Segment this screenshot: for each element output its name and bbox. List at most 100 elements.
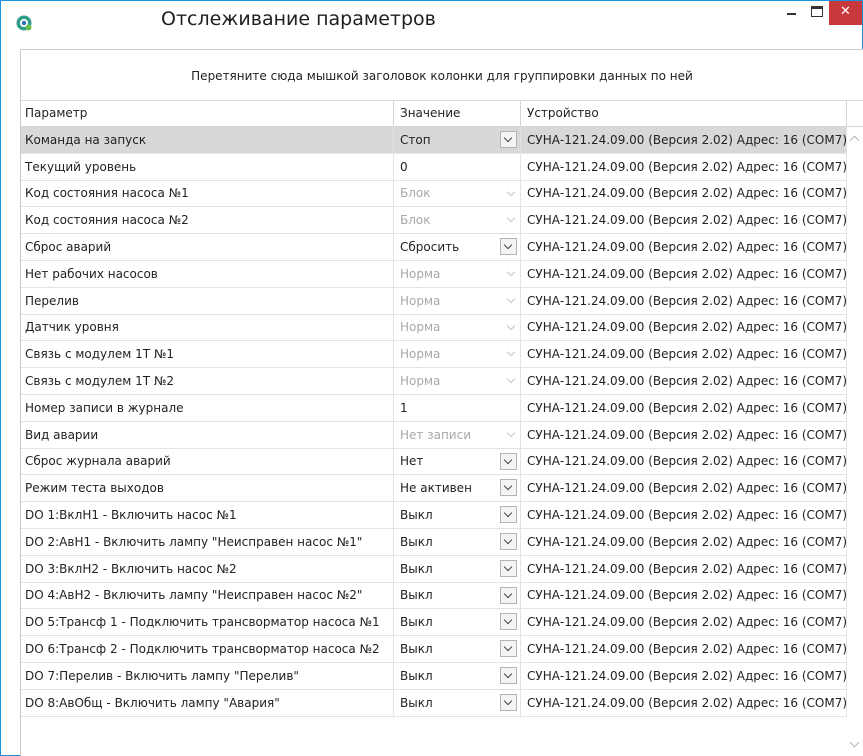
parameter-name-cell: DO 4:АвН2 - Включить лампу "Неисправен н…	[21, 582, 394, 609]
chevron-down-icon[interactable]	[500, 452, 517, 470]
device-cell: СУНА-121.24.09.00 (Версия 2.02) Адрес: 1…	[521, 127, 847, 153]
table-row[interactable]: DO 8:АвОбщ - Включить лампу "Авария" Выкл…	[21, 689, 847, 717]
device-cell: СУНА-121.24.09.00 (Версия 2.02) Адрес: 1…	[521, 207, 847, 234]
value-text: Выкл	[400, 588, 433, 603]
table-row[interactable]: Вид аварии Нет записи СУНА-121.24.09.00 (В…	[21, 421, 847, 449]
close-button[interactable]: ✕	[829, 1, 862, 25]
value-dropdown[interactable]: Сбросить	[394, 234, 521, 260]
value-dropdown[interactable]: Нет	[394, 448, 521, 475]
table-row[interactable]: Режим теста выходов Не активен СУНА-121.24…	[21, 475, 847, 503]
chevron-down-icon[interactable]	[500, 506, 517, 524]
vertical-scrollbar[interactable]	[847, 127, 863, 756]
device-cell: СУНА-121.24.09.00 (Версия 2.02) Адрес: 1…	[521, 394, 847, 421]
value-cell: 0	[394, 153, 521, 180]
table-row[interactable]: Связь с модулем 1Т №2 Норма СУНА-121.24.09…	[21, 368, 847, 395]
table-row[interactable]: Команда на запуск Стоп СУНА-121.24.09.00 (…	[21, 127, 847, 154]
chevron-down-icon	[506, 321, 516, 330]
value-text: Выкл	[400, 668, 433, 683]
value-text: Норма	[400, 266, 441, 281]
device-cell: СУНА-121.24.09.00 (Версия 2.02) Адрес: 1…	[521, 689, 847, 716]
parameter-name-cell: Сброс журнала аварий	[21, 448, 394, 475]
device-cell: СУНА-121.24.09.00 (Версия 2.02) Адрес: 1…	[521, 260, 847, 287]
parameter-monitor-window: Отслеживание параметров ✕ Перетяните сюд…	[0, 0, 863, 756]
parameter-name-cell: Вид аварии	[21, 421, 394, 448]
device-cell: СУНА-121.24.09.00 (Версия 2.02) Адрес: 1…	[521, 448, 847, 475]
table-row[interactable]: Код состояния насоса №2 Блок СУНА-121.24.0…	[21, 207, 847, 235]
parameter-name-cell: DO 7:Перелив - Включить лампу "Перелив"	[21, 662, 394, 689]
table-row[interactable]: Код состояния насоса №1 Блок СУНА-121.24.0…	[21, 180, 847, 208]
value-dropdown[interactable]: Выкл	[394, 609, 521, 636]
title-bar[interactable]: Отслеживание параметров ✕	[1, 1, 862, 40]
table-row[interactable]: DO 7:Перелив - Включить лампу "Перелив" В…	[21, 662, 847, 690]
parameter-name-cell: DO 6:Трансф 2 - Подключить трансворматор…	[21, 636, 394, 662]
scroll-up-icon[interactable]	[849, 135, 860, 146]
value-input[interactable]: 1	[394, 394, 521, 421]
table-row[interactable]: DO 4:АвН2 - Включить лампу "Неисправен н…	[21, 582, 847, 610]
chevron-down-icon[interactable]	[500, 640, 517, 658]
chevron-down-icon	[506, 294, 516, 304]
value-dropdown[interactable]: Стоп	[394, 127, 521, 153]
device-cell: СУНА-121.24.09.00 (Версия 2.02) Адрес: 1…	[521, 180, 847, 207]
value-text: 1	[400, 400, 408, 415]
value-cell: Норма	[394, 260, 521, 287]
device-cell: СУНА-121.24.09.00 (Версия 2.02) Адрес: 1…	[521, 475, 847, 502]
chevron-down-icon[interactable]	[500, 479, 517, 497]
table-row[interactable]: Датчик уровня Норма СУНА-121.24.09.00 (Вер…	[21, 314, 847, 342]
table-row[interactable]: DO 2:АвН1 - Включить лампу "Неисправен н…	[21, 528, 847, 556]
column-header-parameter[interactable]: Параметр	[21, 101, 394, 126]
value-dropdown[interactable]: Выкл	[394, 636, 521, 662]
parameter-name-cell: Режим теста выходов	[21, 475, 394, 502]
minimize-button[interactable]	[779, 1, 805, 23]
chevron-down-icon[interactable]	[500, 693, 517, 711]
value-dropdown[interactable]: Выкл	[394, 528, 521, 555]
value-dropdown[interactable]: Выкл	[394, 662, 521, 689]
parameter-name-cell: Код состояния насоса №2	[21, 207, 394, 234]
parameter-name-cell: Нет рабочих насосов	[21, 260, 394, 287]
parameter-name-cell: Датчик уровня	[21, 314, 394, 341]
column-header-value[interactable]: Значение	[394, 101, 521, 126]
window-title: Отслеживание параметров	[161, 8, 436, 30]
value-cell: Норма	[394, 287, 521, 314]
maximize-button[interactable]	[806, 1, 828, 23]
device-cell: СУНА-121.24.09.00 (Версия 2.02) Адрес: 1…	[521, 287, 847, 314]
value-dropdown[interactable]: Выкл	[394, 502, 521, 528]
value-text: 0	[400, 159, 408, 174]
chevron-down-icon[interactable]	[500, 559, 517, 577]
table-row[interactable]: DO 5:Трансф 1 - Подключить трансворматор…	[21, 609, 847, 637]
table-row[interactable]: Нет рабочих насосов Норма СУНА-121.24.09.0…	[21, 260, 847, 288]
gear-icon	[16, 15, 32, 31]
value-dropdown[interactable]: Не активен	[394, 475, 521, 502]
value-dropdown[interactable]: Выкл	[394, 555, 521, 582]
table-row[interactable]: Номер записи в журнале 1 СУНА-121.24.09.00…	[21, 394, 847, 422]
chevron-down-icon[interactable]	[500, 586, 517, 604]
value-text: Норма	[400, 320, 441, 335]
grid-rows: Команда на запуск Стоп СУНА-121.24.09.00 (…	[21, 127, 847, 717]
table-row[interactable]: DO 3:ВклН2 - Включить насос №2 Выкл СУНА-1…	[21, 555, 847, 583]
value-text: Нет записи	[400, 427, 471, 442]
group-by-panel[interactable]: Перетяните сюда мышкой заголовок колонки…	[21, 50, 863, 101]
device-cell: СУНА-121.24.09.00 (Версия 2.02) Адрес: 1…	[521, 502, 847, 528]
table-row[interactable]: Перелив Норма СУНА-121.24.09.00 (Версия 2.…	[21, 287, 847, 315]
chevron-down-icon[interactable]	[500, 532, 517, 550]
parameter-name-cell: DO 2:АвН1 - Включить лампу "Неисправен н…	[21, 528, 394, 555]
chevron-down-icon[interactable]	[500, 238, 517, 256]
table-row[interactable]: Сброс журнала аварий Нет СУНА-121.24.09.00…	[21, 448, 847, 476]
column-header-device[interactable]: Устройство	[521, 101, 847, 126]
value-text: Выкл	[400, 508, 433, 523]
table-row[interactable]: Текущий уровень 0 СУНА-121.24.09.00 (Верси…	[21, 153, 847, 181]
value-dropdown[interactable]: Выкл	[394, 689, 521, 716]
value-dropdown[interactable]: Выкл	[394, 582, 521, 609]
value-cell: Норма	[394, 368, 521, 394]
chevron-down-icon[interactable]	[500, 131, 517, 148]
table-row[interactable]: DO 1:ВклН1 - Включить насос №1 Выкл СУНА-1…	[21, 502, 847, 529]
table-row[interactable]: Сброс аварий Сбросить СУНА-121.24.09.00 (В…	[21, 234, 847, 261]
scroll-down-icon[interactable]	[849, 737, 860, 748]
device-cell: СУНА-121.24.09.00 (Версия 2.02) Адрес: 1…	[521, 421, 847, 448]
chevron-down-icon[interactable]	[500, 666, 517, 684]
device-cell: СУНА-121.24.09.00 (Версия 2.02) Адрес: 1…	[521, 153, 847, 180]
value-cell: Блок	[394, 207, 521, 234]
value-cell: Норма	[394, 341, 521, 368]
chevron-down-icon[interactable]	[500, 613, 517, 631]
table-row[interactable]: Связь с модулем 1Т №1 Норма СУНА-121.24.09…	[21, 341, 847, 369]
table-row[interactable]: DO 6:Трансф 2 - Подключить трансворматор…	[21, 636, 847, 663]
